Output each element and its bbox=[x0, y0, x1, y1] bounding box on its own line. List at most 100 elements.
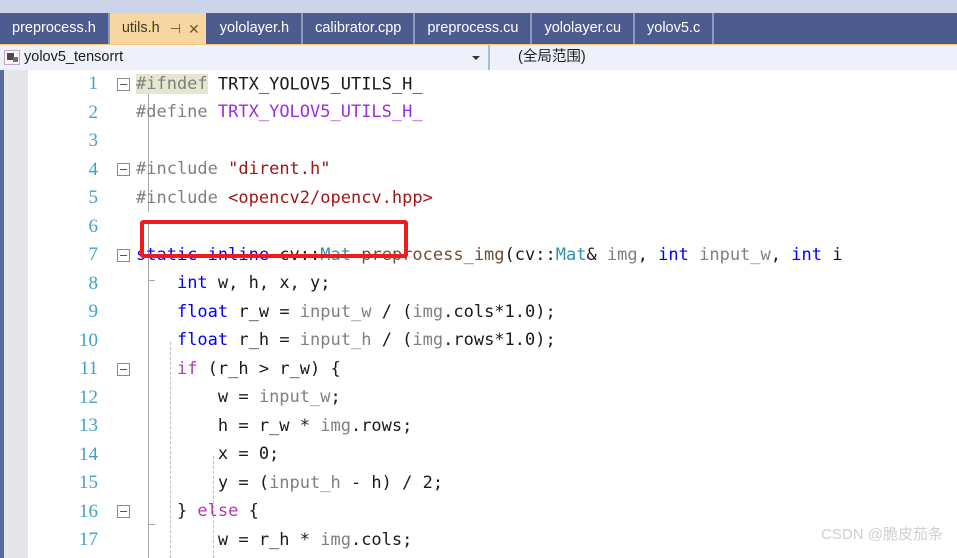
code-line[interactable]: 16 } else { bbox=[28, 498, 957, 527]
code-line[interactable]: 11 if (r_h > r_w) { bbox=[28, 355, 957, 384]
code-token: x = 0; bbox=[136, 444, 280, 465]
code-line[interactable]: 12 w = input_w; bbox=[28, 384, 957, 413]
code-line[interactable]: 10 float r_h = input_h / (img.rows*1.0); bbox=[28, 327, 957, 356]
code-line[interactable]: 5 #include <opencv2/opencv.hpp> bbox=[28, 184, 957, 213]
code-token: cv:: bbox=[279, 244, 321, 265]
tab-label: preprocess.cu bbox=[427, 20, 519, 37]
code-token: Mat bbox=[320, 244, 351, 265]
code-token: #include bbox=[136, 159, 218, 180]
fold-margin-cell bbox=[110, 163, 136, 177]
editor-tab-bar: preprocess.h utils.h ⊣ ✕ yololayer.h calibrat… bbox=[0, 13, 957, 44]
close-icon[interactable]: ✕ bbox=[188, 22, 200, 36]
code-line[interactable]: 9 float r_w = input_w / (img.cols*1.0); bbox=[28, 298, 957, 327]
code-token: r_h = bbox=[228, 330, 300, 351]
tab-label: utils.h bbox=[121, 20, 160, 37]
line-number: 13 bbox=[79, 415, 98, 437]
line-number: 12 bbox=[79, 386, 98, 408]
editor-tab-preprocess-cu[interactable]: preprocess.cu bbox=[415, 13, 533, 44]
code-token: else bbox=[197, 501, 239, 522]
editor-tab-yololayer-cu[interactable]: yololayer.cu bbox=[532, 13, 636, 44]
editor-tab-calibrator-cpp[interactable]: calibrator.cpp bbox=[303, 13, 416, 44]
project-dropdown-label: yolov5_tensorrt bbox=[24, 49, 124, 66]
code-line-text: int w, h, x, y; bbox=[136, 275, 957, 292]
visual-studio-editor-window: preprocess.h utils.h ⊣ ✕ yololayer.h calibrat… bbox=[0, 0, 957, 558]
code-token: & bbox=[586, 244, 607, 265]
collapse-icon[interactable] bbox=[116, 362, 130, 376]
code-line-text: #ifndef TRTX_YOLOV5_UTILS_H_ bbox=[136, 74, 957, 95]
code-token: / ( bbox=[371, 301, 413, 322]
editor-tab-utils-h[interactable]: utils.h ⊣ ✕ bbox=[109, 13, 208, 44]
code-line[interactable]: 1 #ifndef TRTX_YOLOV5_UTILS_H_ bbox=[28, 70, 957, 99]
project-dropdown[interactable]: yolov5_tensorrt bbox=[0, 45, 490, 70]
line-number: 15 bbox=[79, 472, 98, 494]
code-line[interactable]: 14 x = 0; bbox=[28, 441, 957, 470]
code-token: static inline bbox=[136, 244, 270, 265]
fold-margin-cell bbox=[110, 362, 136, 376]
code-line-text: if (r_h > r_w) { bbox=[136, 358, 957, 379]
code-line[interactable]: 8 int w, h, x, y; bbox=[28, 270, 957, 299]
collapse-icon[interactable] bbox=[116, 163, 130, 177]
pin-icon[interactable]: ⊣ bbox=[170, 22, 181, 35]
collapse-icon[interactable] bbox=[116, 248, 130, 262]
code-line[interactable]: 3 bbox=[28, 127, 957, 156]
editor-tab-preprocess-h[interactable]: preprocess.h bbox=[0, 13, 110, 44]
code-token: "dirent.h" bbox=[228, 159, 331, 180]
code-token: w = r_h * bbox=[136, 529, 321, 550]
code-token: img bbox=[320, 529, 351, 550]
code-line[interactable]: 15 y = (input_h - h) / 2; bbox=[28, 469, 957, 498]
tab-label: preprocess.h bbox=[12, 20, 96, 37]
code-token: if bbox=[176, 358, 198, 379]
code-token: input_w bbox=[299, 301, 372, 322]
track-changes-margin bbox=[4, 70, 28, 558]
line-number: 3 bbox=[88, 130, 99, 152]
code-line[interactable]: 4 #include "dirent.h" bbox=[28, 156, 957, 185]
code-line-text: float r_w = input_w / (img.cols*1.0); bbox=[136, 301, 957, 322]
line-number: 8 bbox=[88, 272, 99, 294]
code-editor[interactable]: 1 #ifndef TRTX_YOLOV5_UTILS_H_ 2 #define TR… bbox=[0, 70, 957, 558]
code-line[interactable]: 17 w = r_h * img.cols; bbox=[28, 526, 957, 555]
code-token: #ifndef bbox=[136, 74, 208, 95]
code-token: img bbox=[412, 301, 444, 322]
tab-icon-group: ⊣ ✕ bbox=[170, 22, 200, 36]
chevron-down-icon[interactable] bbox=[472, 55, 480, 60]
code-token: { bbox=[238, 501, 259, 522]
code-line[interactable]: 6 bbox=[28, 213, 957, 242]
scope-dropdown[interactable]: (全局范围) bbox=[490, 45, 957, 70]
code-token: - h) / 2; bbox=[340, 472, 444, 493]
collapse-icon[interactable] bbox=[116, 505, 130, 519]
code-token: .cols*1.0); bbox=[443, 301, 556, 322]
code-token: } bbox=[136, 501, 198, 522]
code-line[interactable]: 13 h = r_w * img.rows; bbox=[28, 412, 957, 441]
line-number: 17 bbox=[79, 529, 98, 551]
editor-tab-yololayer-h[interactable]: yololayer.h bbox=[207, 13, 304, 44]
watermark-text: CSDN @脆皮茄条 bbox=[821, 526, 943, 543]
editor-tab-yolov5-c[interactable]: yolov5.c bbox=[635, 13, 715, 44]
code-line[interactable]: 7 static inline cv::Mat preprocess_img(cv… bbox=[28, 241, 957, 270]
code-token: i bbox=[821, 244, 843, 265]
code-line-text: #include "dirent.h" bbox=[136, 161, 957, 178]
project-icon bbox=[4, 50, 20, 65]
line-number: 5 bbox=[88, 187, 99, 209]
code-token: #define bbox=[136, 102, 208, 123]
code-line[interactable]: 2 #define TRTX_YOLOV5_UTILS_H_ bbox=[28, 99, 957, 128]
code-token: TRTX_YOLOV5_UTILS_H_ bbox=[217, 102, 423, 123]
line-number: 1 bbox=[88, 73, 99, 95]
code-token: .rows*1.0); bbox=[443, 330, 556, 351]
code-token: float bbox=[176, 330, 229, 351]
code-line-text: h = r_w * img.rows; bbox=[136, 417, 957, 435]
code-token: input_w bbox=[699, 244, 771, 265]
collapse-icon[interactable] bbox=[116, 77, 130, 91]
code-token: r_w = bbox=[228, 301, 300, 322]
code-lines-container[interactable]: 1 #ifndef TRTX_YOLOV5_UTILS_H_ 2 #define TR… bbox=[28, 70, 957, 558]
code-token: int bbox=[791, 244, 822, 265]
code-line-text: } else { bbox=[136, 503, 957, 520]
code-token: input_h bbox=[269, 472, 341, 493]
